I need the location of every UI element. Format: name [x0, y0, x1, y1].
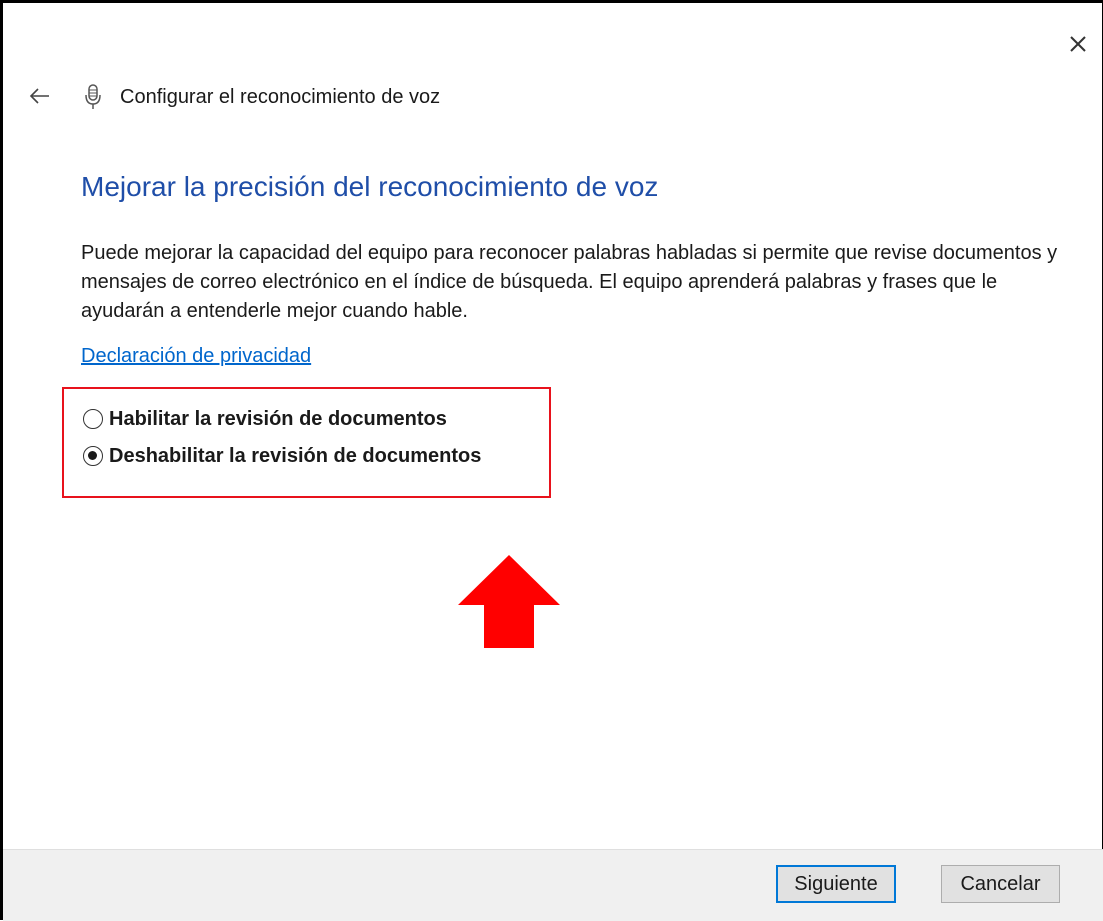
radio-label: Habilitar la revisión de documentos	[109, 407, 447, 430]
window-title: Configurar el reconocimiento de voz	[120, 86, 441, 108]
page-heading: Mejorar la precisión del reconocimiento …	[81, 171, 659, 202]
disable-document-review-option[interactable]: Deshabilitar la revisión de documentos	[83, 443, 481, 469]
enable-document-review-option[interactable]: Habilitar la revisión de documentos	[83, 406, 447, 432]
description-text: Puede mejorar la capacidad del equipo pa…	[81, 242, 1058, 322]
red-arrow-annotation-icon	[458, 555, 560, 648]
close-icon	[1070, 36, 1086, 52]
cancel-button[interactable]: Cancelar	[941, 865, 1060, 903]
dialog-window: Configurar el reconocimiento de voz Mejo…	[0, 0, 1103, 921]
microphone-icon	[82, 83, 104, 111]
radio-button-selected[interactable]	[83, 446, 103, 466]
back-button[interactable]	[27, 85, 53, 107]
radio-label: Deshabilitar la revisión de documentos	[109, 444, 482, 467]
dialog-footer	[3, 849, 1103, 921]
close-button[interactable]	[1065, 31, 1091, 57]
next-button[interactable]: Siguiente	[776, 865, 896, 903]
privacy-statement-link[interactable]: Declaración de privacidad	[81, 345, 311, 368]
radio-button-unselected[interactable]	[83, 409, 103, 429]
back-arrow-icon	[29, 88, 49, 104]
